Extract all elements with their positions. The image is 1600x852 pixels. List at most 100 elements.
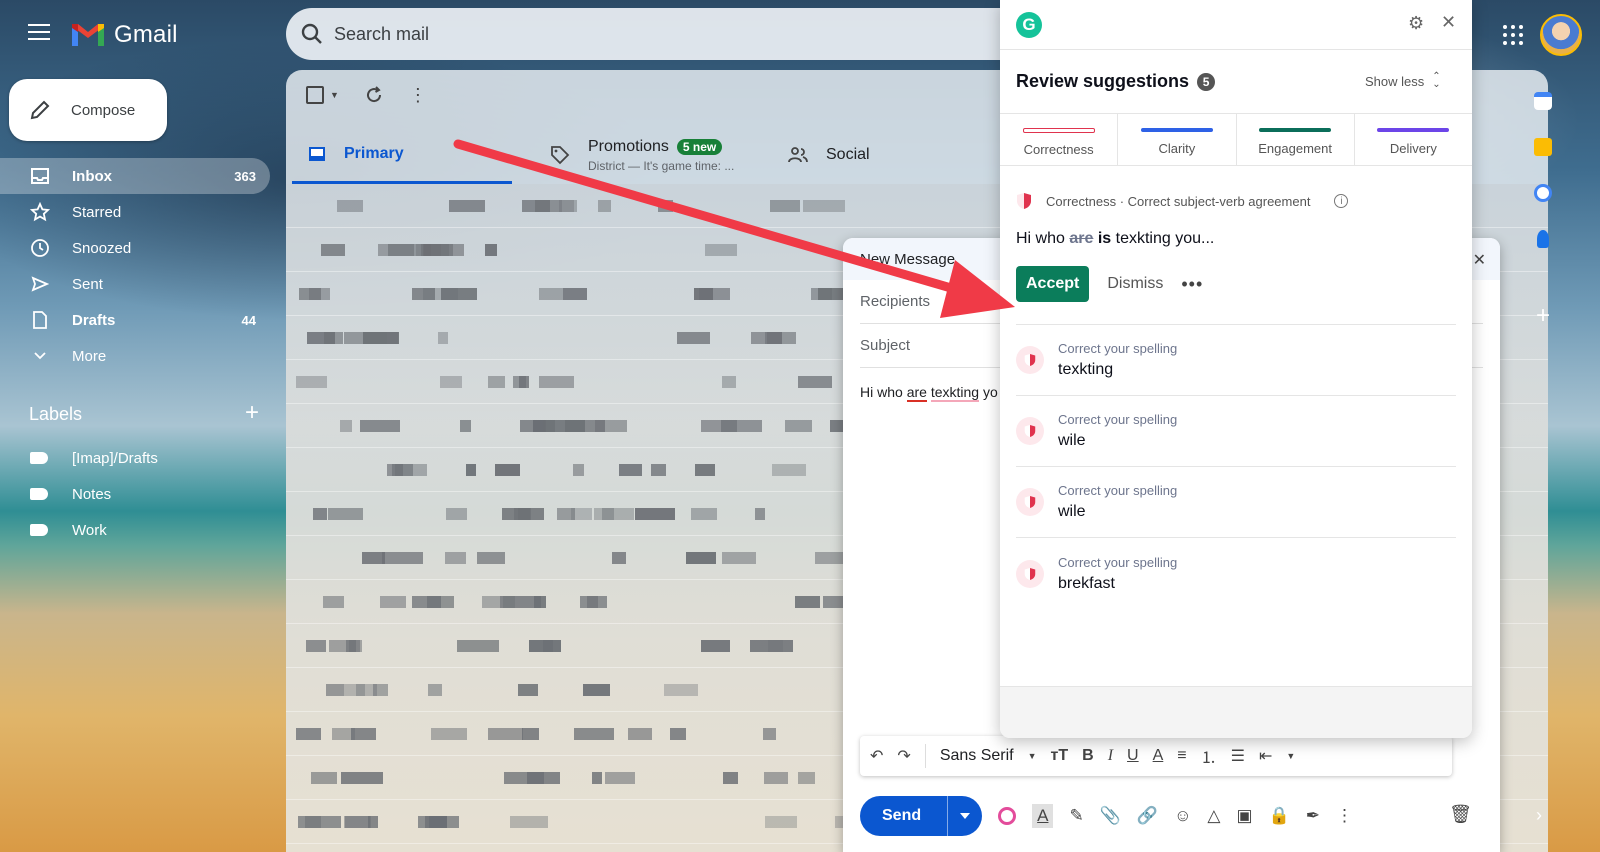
blur-block — [412, 596, 441, 608]
tab-primary[interactable]: Primary — [292, 126, 512, 184]
show-less-button[interactable]: Show less ⌃ ⌄ — [1365, 72, 1441, 90]
sidebar-item-drafts[interactable]: Drafts 44 — [0, 302, 270, 338]
tab-engagement[interactable]: Engagement — [1237, 114, 1355, 165]
redo-icon[interactable]: ↷ — [897, 746, 910, 766]
grammarly-icon[interactable] — [998, 807, 1017, 825]
add-addon-icon[interactable]: + — [1528, 302, 1558, 330]
more-options-icon[interactable]: ••• — [1181, 274, 1203, 295]
sidebar-item-inbox[interactable]: Inbox 363 — [0, 158, 270, 194]
blur-block — [378, 244, 414, 256]
search-bar[interactable]: Search mail — [286, 8, 1026, 60]
bold-icon[interactable]: B — [1082, 747, 1094, 765]
suggestion-item[interactable]: Correct your spelling wile — [1016, 467, 1456, 538]
blur-block — [324, 332, 343, 344]
close-icon[interactable]: ✕ — [1441, 12, 1456, 33]
send-button[interactable]: Send — [860, 796, 983, 836]
removed-word: are — [1069, 230, 1094, 247]
text-color-icon[interactable]: A — [1153, 747, 1164, 765]
caret-down-icon[interactable]: ▼ — [330, 90, 339, 100]
contacts-icon[interactable] — [1537, 230, 1549, 248]
sidebar-item-starred[interactable]: Starred — [0, 194, 270, 230]
indent-icon[interactable]: ⇤ — [1259, 746, 1272, 766]
expand-panel-chevron-icon[interactable]: › — [1536, 805, 1542, 826]
tab-correctness[interactable]: Correctness — [1000, 114, 1119, 165]
attach-icon[interactable]: 📎 — [1100, 806, 1121, 826]
link-icon[interactable]: 🔗 — [1137, 806, 1158, 826]
sidebar-item-snoozed[interactable]: Snoozed — [0, 230, 270, 266]
bulleted-list-icon[interactable]: ☰ — [1231, 746, 1245, 766]
font-dropdown-icon[interactable]: ▼ — [1028, 751, 1037, 761]
google-apps-icon[interactable] — [1503, 25, 1523, 45]
suggestion-item[interactable]: Correct your spelling texkting — [1016, 325, 1456, 396]
more-options-icon[interactable]: ⋮ — [1336, 806, 1353, 826]
undo-icon[interactable]: ↶ — [870, 746, 883, 766]
labels-title: Labels — [29, 404, 83, 424]
tab-promotions[interactable]: Promotions 5 new District — It's game tim… — [534, 126, 794, 184]
suggestion-item[interactable]: Correct your spelling brekfast — [1016, 538, 1456, 609]
gmail-logo[interactable]: Gmail — [70, 18, 178, 52]
dismiss-button[interactable]: Dismiss — [1107, 275, 1163, 293]
suggestion-word: brekfast — [1058, 574, 1115, 592]
blur-block — [722, 552, 756, 564]
spelling-error-underline[interactable]: texkting — [930, 384, 980, 402]
emoji-icon[interactable]: ☺ — [1174, 806, 1191, 826]
sidebar-item-sent[interactable]: Sent — [0, 266, 270, 302]
sidebar-item-more[interactable]: More — [0, 338, 270, 374]
account-avatar[interactable] — [1540, 14, 1582, 56]
tab-delivery[interactable]: Delivery — [1355, 114, 1472, 165]
refresh-icon[interactable] — [365, 86, 383, 104]
blur-block — [677, 332, 710, 344]
blur-block — [723, 772, 738, 784]
confidential-lock-icon[interactable]: 🔒 — [1269, 806, 1290, 826]
photo-icon[interactable]: ▣ — [1237, 806, 1253, 826]
tab-clarity[interactable]: Clarity — [1118, 114, 1237, 165]
blur-block — [299, 288, 321, 300]
drive-icon[interactable]: △ — [1207, 806, 1220, 826]
more-formatting-icon[interactable]: ▼ — [1286, 751, 1295, 761]
body-text: Hi who — [860, 384, 907, 400]
more-options-icon[interactable]: ⋮ — [409, 86, 427, 104]
gear-icon[interactable]: ⚙ — [1408, 13, 1424, 34]
magic-write-icon[interactable]: ✎ — [1069, 806, 1083, 826]
search-icon[interactable] — [300, 22, 324, 46]
blur-block — [368, 816, 378, 828]
compose-button[interactable]: Compose — [9, 79, 167, 141]
review-header: Review suggestions 5 Show less ⌃ ⌄ — [1000, 50, 1472, 114]
grammar-error-underline[interactable]: are — [906, 384, 927, 402]
discard-draft-icon[interactable]: 🗑 — [1449, 804, 1472, 825]
search-input[interactable]: Search mail — [334, 24, 429, 45]
text-size-icon[interactable]: тT — [1051, 747, 1069, 765]
sentence-text-end: texkting you... — [1111, 230, 1215, 247]
blur-block — [477, 552, 505, 564]
side-panel-rail: + — [1528, 92, 1558, 330]
blur-block — [587, 596, 598, 608]
select-all-control[interactable]: ▼ — [306, 86, 339, 104]
add-label-icon[interactable]: + — [245, 401, 259, 425]
info-icon[interactable]: i — [1334, 194, 1349, 208]
blur-block — [495, 464, 520, 476]
calendar-icon[interactable] — [1534, 92, 1552, 110]
blur-block — [770, 200, 800, 212]
close-icon[interactable]: ✕ — [1473, 250, 1486, 270]
label-item[interactable]: [Imap]/Drafts — [0, 440, 270, 476]
font-family-select[interactable]: Sans Serif — [940, 747, 1014, 765]
main-menu-icon[interactable] — [28, 24, 50, 42]
suggestion-category: Correctness · Correct subject-verb agree… — [1046, 193, 1311, 209]
tasks-icon[interactable] — [1534, 184, 1552, 202]
italic-icon[interactable]: I — [1108, 747, 1113, 765]
category-label: Correctness — [1023, 142, 1094, 157]
blur-block — [701, 420, 737, 432]
label-item[interactable]: Work — [0, 512, 270, 548]
label-item[interactable]: Notes — [0, 476, 270, 512]
signature-icon[interactable]: ✒ — [1306, 806, 1320, 826]
select-all-checkbox[interactable] — [306, 86, 324, 104]
schedule-send-dropdown-icon[interactable] — [948, 796, 982, 836]
numbered-list-icon[interactable]: ⒈ — [1201, 744, 1217, 768]
underline-icon[interactable]: U — [1127, 747, 1139, 765]
suggestion-item[interactable]: Correct your spelling wile — [1016, 396, 1456, 467]
tab-social[interactable]: Social — [772, 126, 972, 184]
align-icon[interactable]: ≡ — [1177, 747, 1186, 765]
keep-icon[interactable] — [1534, 138, 1552, 156]
formatting-options-icon[interactable]: A — [1032, 804, 1054, 828]
accept-button[interactable]: Accept — [1016, 266, 1090, 302]
